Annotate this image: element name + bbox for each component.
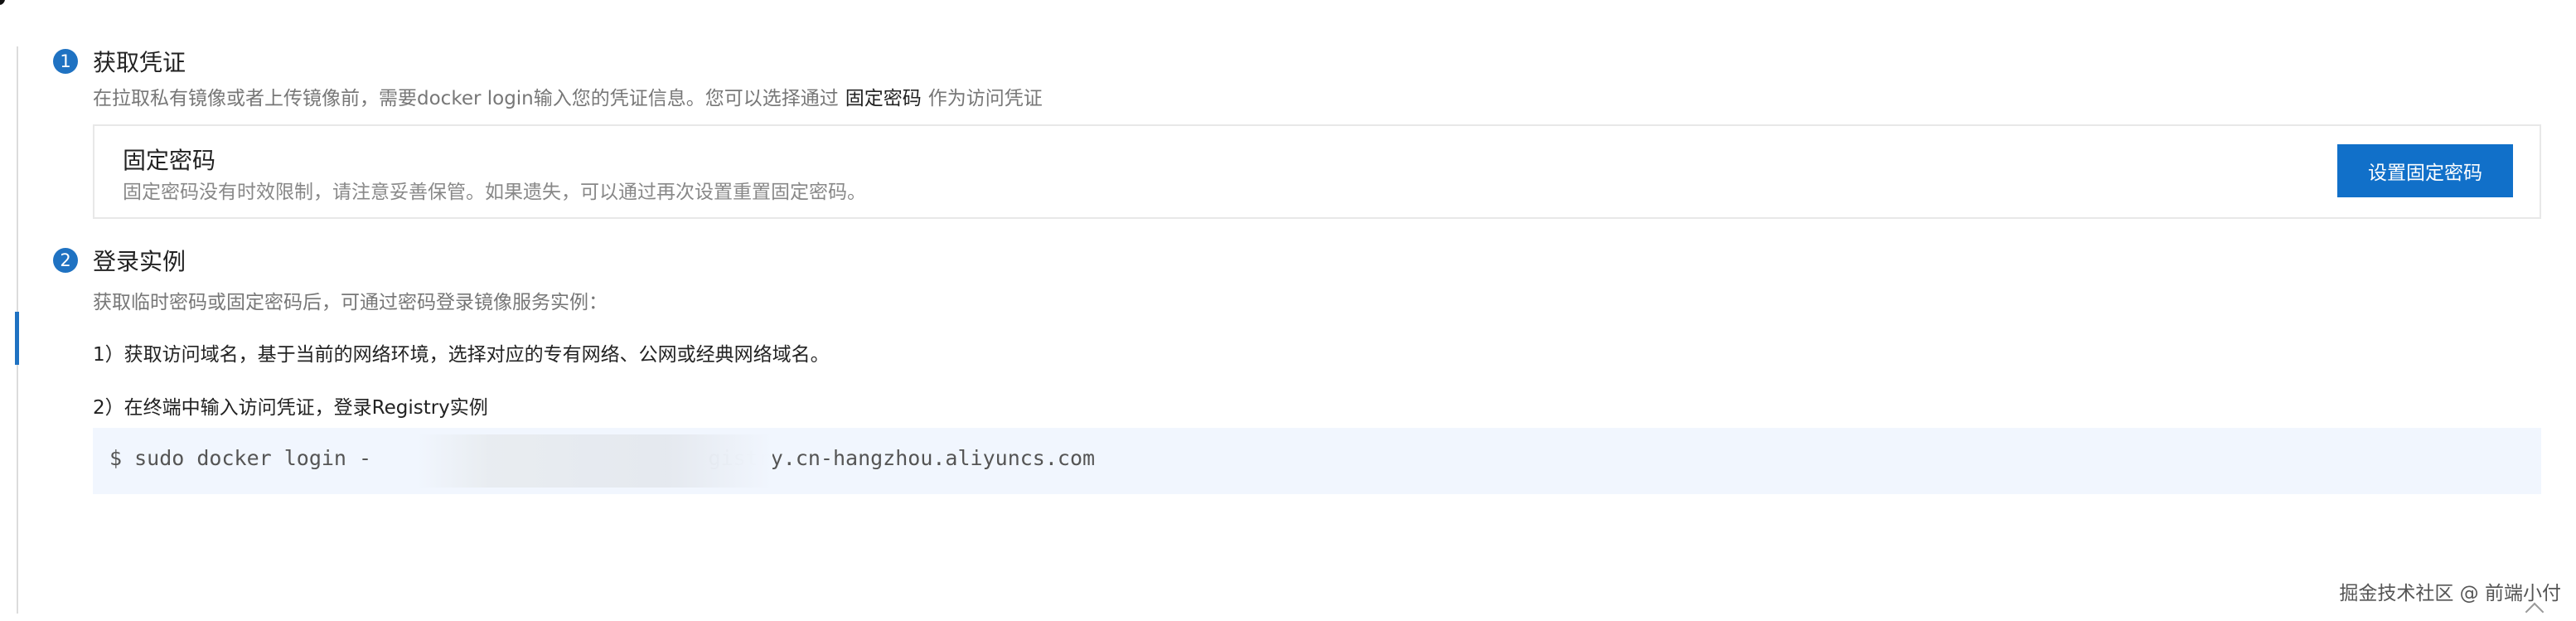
redacted-registry-address [416,434,772,488]
step-1-number-badge: 1 [53,49,78,74]
fixed-password-description: 固定密码没有时效限制，请注意妥善保管。如果遗失，可以通过再次设置重置固定密码。 [123,182,866,203]
step-2-instruction-2: 2）在终端中输入访问凭证，登录Registry实例 [93,397,488,419]
step-2-instruction-1: 1）获取访问域名，基于当前的网络环境，选择对应的专有网络、公网或经典网络域名。 [93,344,830,366]
fixed-password-card: 固定密码 固定密码没有时效限制，请注意妥善保管。如果遗失，可以通过再次设置重置固… [93,124,2541,219]
step-1-desc-suffix: 作为访问凭证 [927,88,1043,109]
watermark: 掘金技术社区 @ 前端小付 [2339,583,2561,604]
step-2-number-badge: 2 [53,248,78,273]
set-fixed-password-button[interactable]: 设置固定密码 [2337,144,2513,197]
step-2-title: 登录实例 [93,248,186,275]
step-1-description: 在拉取私有镜像或者上传镜像前，需要docker login输入您的凭证信息。您可… [93,85,2541,113]
corner-dot [0,0,5,5]
step-1-header: 1 获取凭证 [53,38,2541,85]
step-2-header: 2 登录实例 [53,237,2541,284]
step-1-desc-prefix: 在拉取私有镜像或者上传镜像前，需要docker login输入您的凭证信息。您可… [93,88,839,109]
fixed-password-title: 固定密码 [123,147,216,174]
chevron-up-icon[interactable] [2525,602,2545,621]
step-1-title: 获取凭证 [93,49,186,76]
step-1-desc-highlight: 固定密码 [845,88,922,109]
steps-content: 1 获取凭证 在拉取私有镜像或者上传镜像前，需要docker login输入您的… [53,38,2541,494]
step-2-description: 获取临时密码或固定密码后，可通过密码登录镜像服务实例： [93,292,608,313]
login-command-box: $ sudo docker login - gistry.cn-hangzhou… [93,428,2541,494]
steps-active-indicator [15,312,19,365]
